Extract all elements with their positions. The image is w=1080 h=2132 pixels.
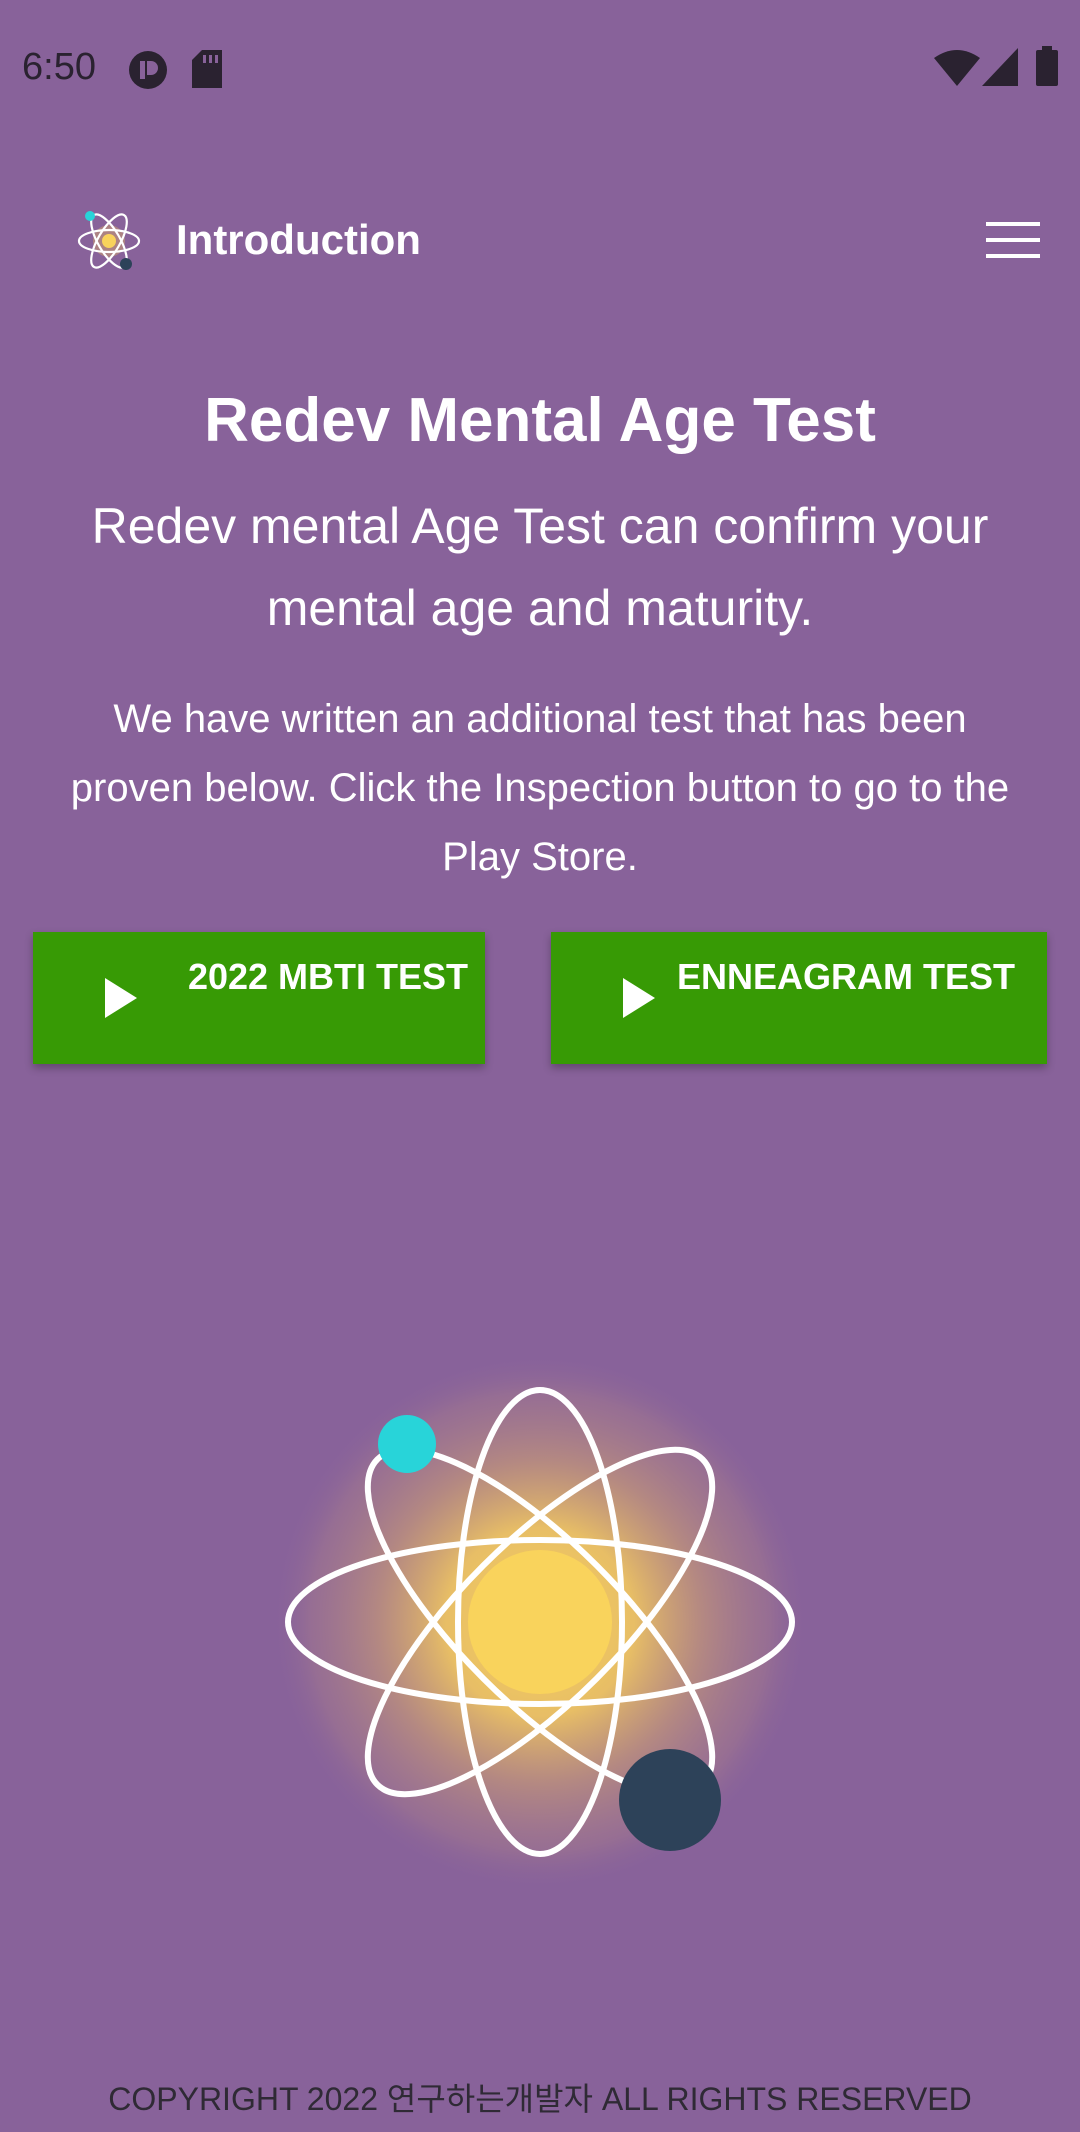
cell-signal-icon (982, 48, 1018, 86)
mbti-test-button-label: 2022 MBTI TEST (187, 956, 469, 997)
electron-light (378, 1415, 436, 1473)
electron-dark (619, 1749, 721, 1851)
wifi-icon (934, 50, 980, 86)
play-icon (623, 978, 655, 1018)
hamburger-menu-icon[interactable] (984, 220, 1042, 260)
atom-illustration (270, 1360, 810, 1892)
page-title: Redev Mental Age Test (204, 386, 876, 455)
status-time: 6:50 (22, 46, 96, 88)
copyright-footer: COPYRIGHT 2022 연구하는개발자 ALL RIGHTS RESERV… (108, 2081, 972, 2117)
status-bar: 6:50 (0, 0, 1080, 130)
notification-app-icon (129, 51, 167, 89)
play-icon (105, 978, 137, 1018)
atom-logo-icon[interactable] (74, 206, 144, 276)
mbti-test-button[interactable]: 2022 MBTI TEST (33, 932, 485, 1064)
sd-card-icon (192, 50, 222, 88)
description-text: We have written an additional test that … (70, 697, 1010, 879)
battery-icon (1036, 46, 1058, 86)
nucleus (468, 1550, 612, 1694)
app-bar: Introduction (0, 190, 1080, 290)
page-subtitle: Redev mental Age Test can confirm your m… (91, 498, 989, 636)
app-title: Introduction (176, 216, 421, 263)
enneagram-test-button[interactable]: ENNEAGRAM TEST (551, 932, 1047, 1064)
enneagram-test-button-label: ENNEAGRAM TEST (676, 956, 1015, 997)
